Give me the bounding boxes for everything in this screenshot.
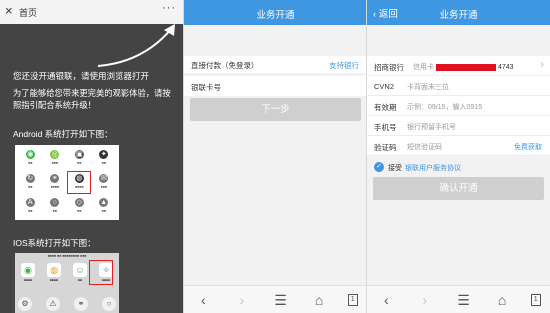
close-icon[interactable]: ×: [5, 3, 13, 18]
page-title: 首页: [19, 8, 38, 18]
agree-text: 接受: [388, 165, 402, 172]
cvn-input[interactable]: 卡背面末三位: [407, 82, 449, 92]
card-info: 信用卡 4743: [413, 62, 514, 72]
ios-warning-icon: ⚠: [46, 297, 60, 311]
code-label: 验证码: [374, 143, 397, 152]
card-suffix: 4743: [498, 64, 514, 71]
qq-icon: ✦ ■■: [99, 150, 109, 165]
home-icon[interactable]: ⌂: [309, 293, 329, 307]
complain-icon: ◇ ■■: [74, 198, 84, 213]
tabs-icon[interactable]: 1: [530, 293, 541, 306]
card-number-field[interactable]: 银联卡号: [184, 76, 367, 96]
code-input[interactable]: 短信验证码: [407, 142, 442, 152]
android-guide-image: ◉ ■■ ◎ ■■■ ▣ ■■ ✦ ■■ ↻ ■■ ⚭ ■■■■ ◍ ■■■■ ✉ ■■■ A ■…: [15, 145, 119, 220]
not-opened-message: 您还没开通银联，请使用浏览器打开: [13, 71, 150, 81]
share-moments-icon: ◎ ■■■: [50, 150, 60, 165]
next-button[interactable]: 下一步: [190, 98, 361, 121]
ios-search-icon: ○: [102, 297, 116, 311]
direct-pay-label: 直接付款（免登录）: [191, 61, 259, 70]
ios-guide-image: ■■■■ ■■ ■■■■■■■■ ■■■ ◉ ■■■■ ◍ ■■■■ ☺ ■■ ✧ ■■…: [15, 253, 119, 313]
top-bar: × 首页 ···: [0, 0, 183, 24]
page-title: 业务开通: [256, 10, 295, 21]
agreement-link[interactable]: 银联用户服务协议: [405, 163, 461, 173]
phone-input[interactable]: 银行预留手机号: [407, 122, 456, 132]
highlight-box: [89, 260, 113, 285]
forward-icon[interactable]: ›: [232, 293, 252, 307]
card-number-label: 银联卡号: [191, 83, 221, 92]
forward-icon[interactable]: ›: [415, 293, 435, 307]
header: ‹ 返回 业务开通: [367, 0, 550, 25]
ios-share-wechat-icon: ◉ ■■■■: [18, 263, 38, 282]
card-verify-panel: ‹ 返回 业务开通 招商银行 信用卡 4743 › CVN2 卡背面末三位 有效期…: [367, 0, 550, 313]
phone-row[interactable]: 手机号 银行预留手机号: [367, 116, 550, 136]
expiry-input[interactable]: 示例：09/15，输入0915: [407, 102, 482, 112]
more-menu-icon[interactable]: ···: [162, 2, 176, 14]
supported-banks-link[interactable]: 支持银行: [329, 60, 359, 71]
arrow-icon: [97, 24, 175, 67]
redacted-card-number: [436, 63, 496, 71]
menu-icon[interactable]: ☰: [270, 293, 290, 307]
checkbox-checked-icon[interactable]: ✓: [374, 162, 384, 172]
back-icon[interactable]: ‹: [376, 293, 396, 307]
expiry-row[interactable]: 有效期 示例：09/15，输入0915: [367, 96, 550, 116]
refresh-icon: ↻ ■■: [25, 174, 35, 189]
menu-icon[interactable]: ☰: [453, 293, 473, 307]
report-icon: ▲ ■■: [99, 198, 109, 213]
direct-pay-row: 直接付款（免登录） 支持银行: [184, 56, 367, 73]
open-in-browser-icon: ◍ ■■■■: [67, 171, 92, 194]
ios-heading: IOS系统打开如下图：: [13, 238, 96, 248]
confirm-open-button[interactable]: 确认开通: [373, 177, 544, 200]
bank-name: 招商银行: [374, 63, 404, 72]
copy-link-icon: ⚭ ■■■■: [50, 174, 60, 189]
home-icon[interactable]: ⌂: [492, 293, 512, 307]
browser-guide-panel: × 首页 ··· 您还没开通银联，请使用浏览器打开 为了能够给您带来更完美的观影…: [0, 0, 183, 313]
font-icon: A ■■: [18, 196, 43, 217]
search-page-icon: ○ ■■: [43, 196, 68, 217]
ios-settings-icon: ⚙: [18, 297, 32, 311]
cvn-row[interactable]: CVN2 卡背面末三位: [367, 76, 550, 96]
upgrade-message: 为了能够给您带来更完美的观影体验，请按照指引配合系统升级！: [13, 88, 171, 110]
cvn-label: CVN2: [374, 82, 395, 91]
phone-label: 手机号: [374, 123, 397, 132]
share-wechat-icon: ◉ ■■: [25, 150, 35, 165]
chevron-right-icon: ›: [540, 59, 544, 70]
code-row[interactable]: 验证码 短信验证码 免费获取: [367, 136, 550, 156]
page-title: 业务开通: [439, 10, 478, 21]
business-open-panel: 业务开通 直接付款（免登录） 支持银行 银联卡号 下一步 ‹ › ☰ ⌂ 1: [184, 0, 367, 313]
back-icon[interactable]: ‹: [193, 293, 213, 307]
ios-moments-icon: ◍ ■■■■: [44, 263, 64, 282]
get-code-button[interactable]: 免费获取: [514, 142, 542, 152]
favorite-icon: ▣ ■■: [74, 150, 84, 165]
tabs-icon[interactable]: 1: [347, 293, 358, 306]
android-heading: Android 系统打开如下图：: [13, 129, 113, 139]
browser-toolbar: ‹ › ☰ ⌂ 1: [184, 285, 367, 313]
ios-page-header: ■■■■ ■■ ■■■■■■■■ ■■■: [47, 254, 87, 258]
ios-link-icon: ⚭: [74, 297, 88, 311]
email-icon: ✉ ■■■: [99, 174, 109, 189]
ios-chat-icon: ☺ ■■: [70, 263, 90, 282]
card-form: 招商银行 信用卡 4743 › CVN2 卡背面末三位 有效期 示例：09/15，…: [367, 56, 550, 156]
header: 业务开通: [184, 0, 367, 25]
highlight-box: [67, 171, 91, 194]
bank-card-row[interactable]: 招商银行 信用卡 4743 ›: [367, 56, 550, 76]
expiry-label: 有效期: [374, 103, 397, 112]
agreement-row: ✓ 接受 银联用户服务协议: [367, 159, 550, 175]
browser-toolbar: ‹ › ☰ ⌂ 1: [367, 285, 550, 313]
card-type: 信用卡: [413, 64, 434, 71]
